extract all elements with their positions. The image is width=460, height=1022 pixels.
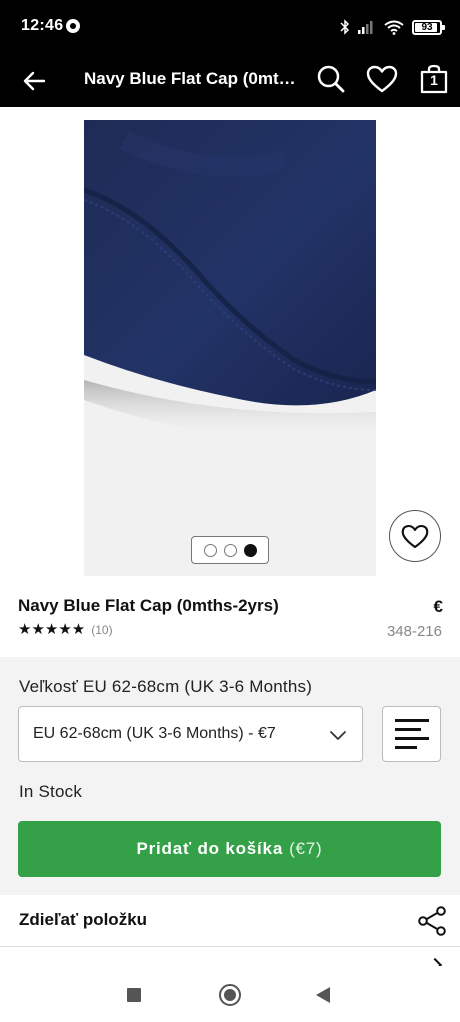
gallery-page-indicator[interactable] (191, 536, 269, 564)
system-nav-bar (0, 966, 460, 1022)
size-dropdown-value: EU 62-68cm (UK 3-6 Months) - €7 (33, 725, 276, 742)
add-to-wishlist-button[interactable] (389, 510, 441, 562)
purchase-options-panel: Veľkosť EU 62-68cm (UK 3-6 Months) EU 62… (0, 657, 460, 895)
menu-lines-icon (394, 719, 429, 749)
cart-count-badge: 1 (430, 72, 438, 88)
heart-icon (366, 65, 398, 93)
share-item-row[interactable]: Zdieľať položku (0, 895, 460, 947)
wishlist-header-button[interactable] (364, 61, 400, 97)
gallery-dot[interactable] (243, 543, 257, 557)
review-count: (10) (91, 623, 113, 637)
size-guide-button[interactable] (382, 706, 441, 762)
back-arrow-icon (23, 71, 45, 91)
status-icons: 93 (340, 18, 445, 36)
status-bar: 12:46 93 (0, 0, 460, 54)
product-price: € (433, 597, 443, 616)
recents-button[interactable] (127, 988, 141, 1002)
add-to-cart-label: Pridať do košíka (136, 839, 284, 858)
share-item-label: Zdieľať položku (19, 910, 148, 929)
system-back-button[interactable] (316, 987, 330, 1003)
share-icon (418, 906, 446, 936)
wifi-icon (384, 20, 404, 35)
back-button[interactable] (18, 65, 50, 97)
product-image-gallery[interactable] (84, 120, 376, 576)
size-dropdown[interactable]: EU 62-68cm (UK 3-6 Months) - €7 (18, 706, 363, 762)
add-to-cart-price: (€7) (289, 839, 323, 858)
product-image (84, 120, 376, 576)
page-title: Navy Blue Flat Cap (0mths-2yrs) (84, 69, 296, 88)
signal-icon (358, 21, 373, 34)
chevron-down-icon (330, 731, 346, 740)
chrome-notification-icon (66, 19, 80, 33)
next-section-row[interactable] (0, 948, 460, 966)
product-code: 348-216 (386, 623, 442, 640)
gallery-dot[interactable] (223, 543, 237, 557)
battery-level: 93 (421, 21, 433, 33)
size-label: Veľkosť EU 62-68cm (UK 3-6 Months) (19, 677, 313, 696)
rating-stars: ★★★★★ (18, 621, 86, 638)
battery-icon: 93 (412, 19, 445, 35)
app-header: Navy Blue Flat Cap (0mths-2yrs) 1 (0, 54, 460, 107)
heart-icon (401, 524, 429, 548)
stock-status: In Stock (19, 782, 83, 801)
gallery-dot[interactable] (203, 543, 217, 557)
search-button[interactable] (313, 61, 349, 97)
bluetooth-icon (340, 19, 350, 35)
add-to-cart-button[interactable]: Pridať do košíka (€7) (18, 821, 441, 877)
status-time: 12:46 (21, 17, 64, 34)
chevron-right-icon (427, 957, 443, 966)
product-rating[interactable]: ★★★★★ (10) (18, 622, 113, 638)
search-icon (317, 65, 345, 93)
home-button[interactable] (219, 984, 241, 1006)
cart-button[interactable]: 1 (416, 61, 452, 97)
product-title: Navy Blue Flat Cap (0mths-2yrs) (18, 596, 279, 615)
